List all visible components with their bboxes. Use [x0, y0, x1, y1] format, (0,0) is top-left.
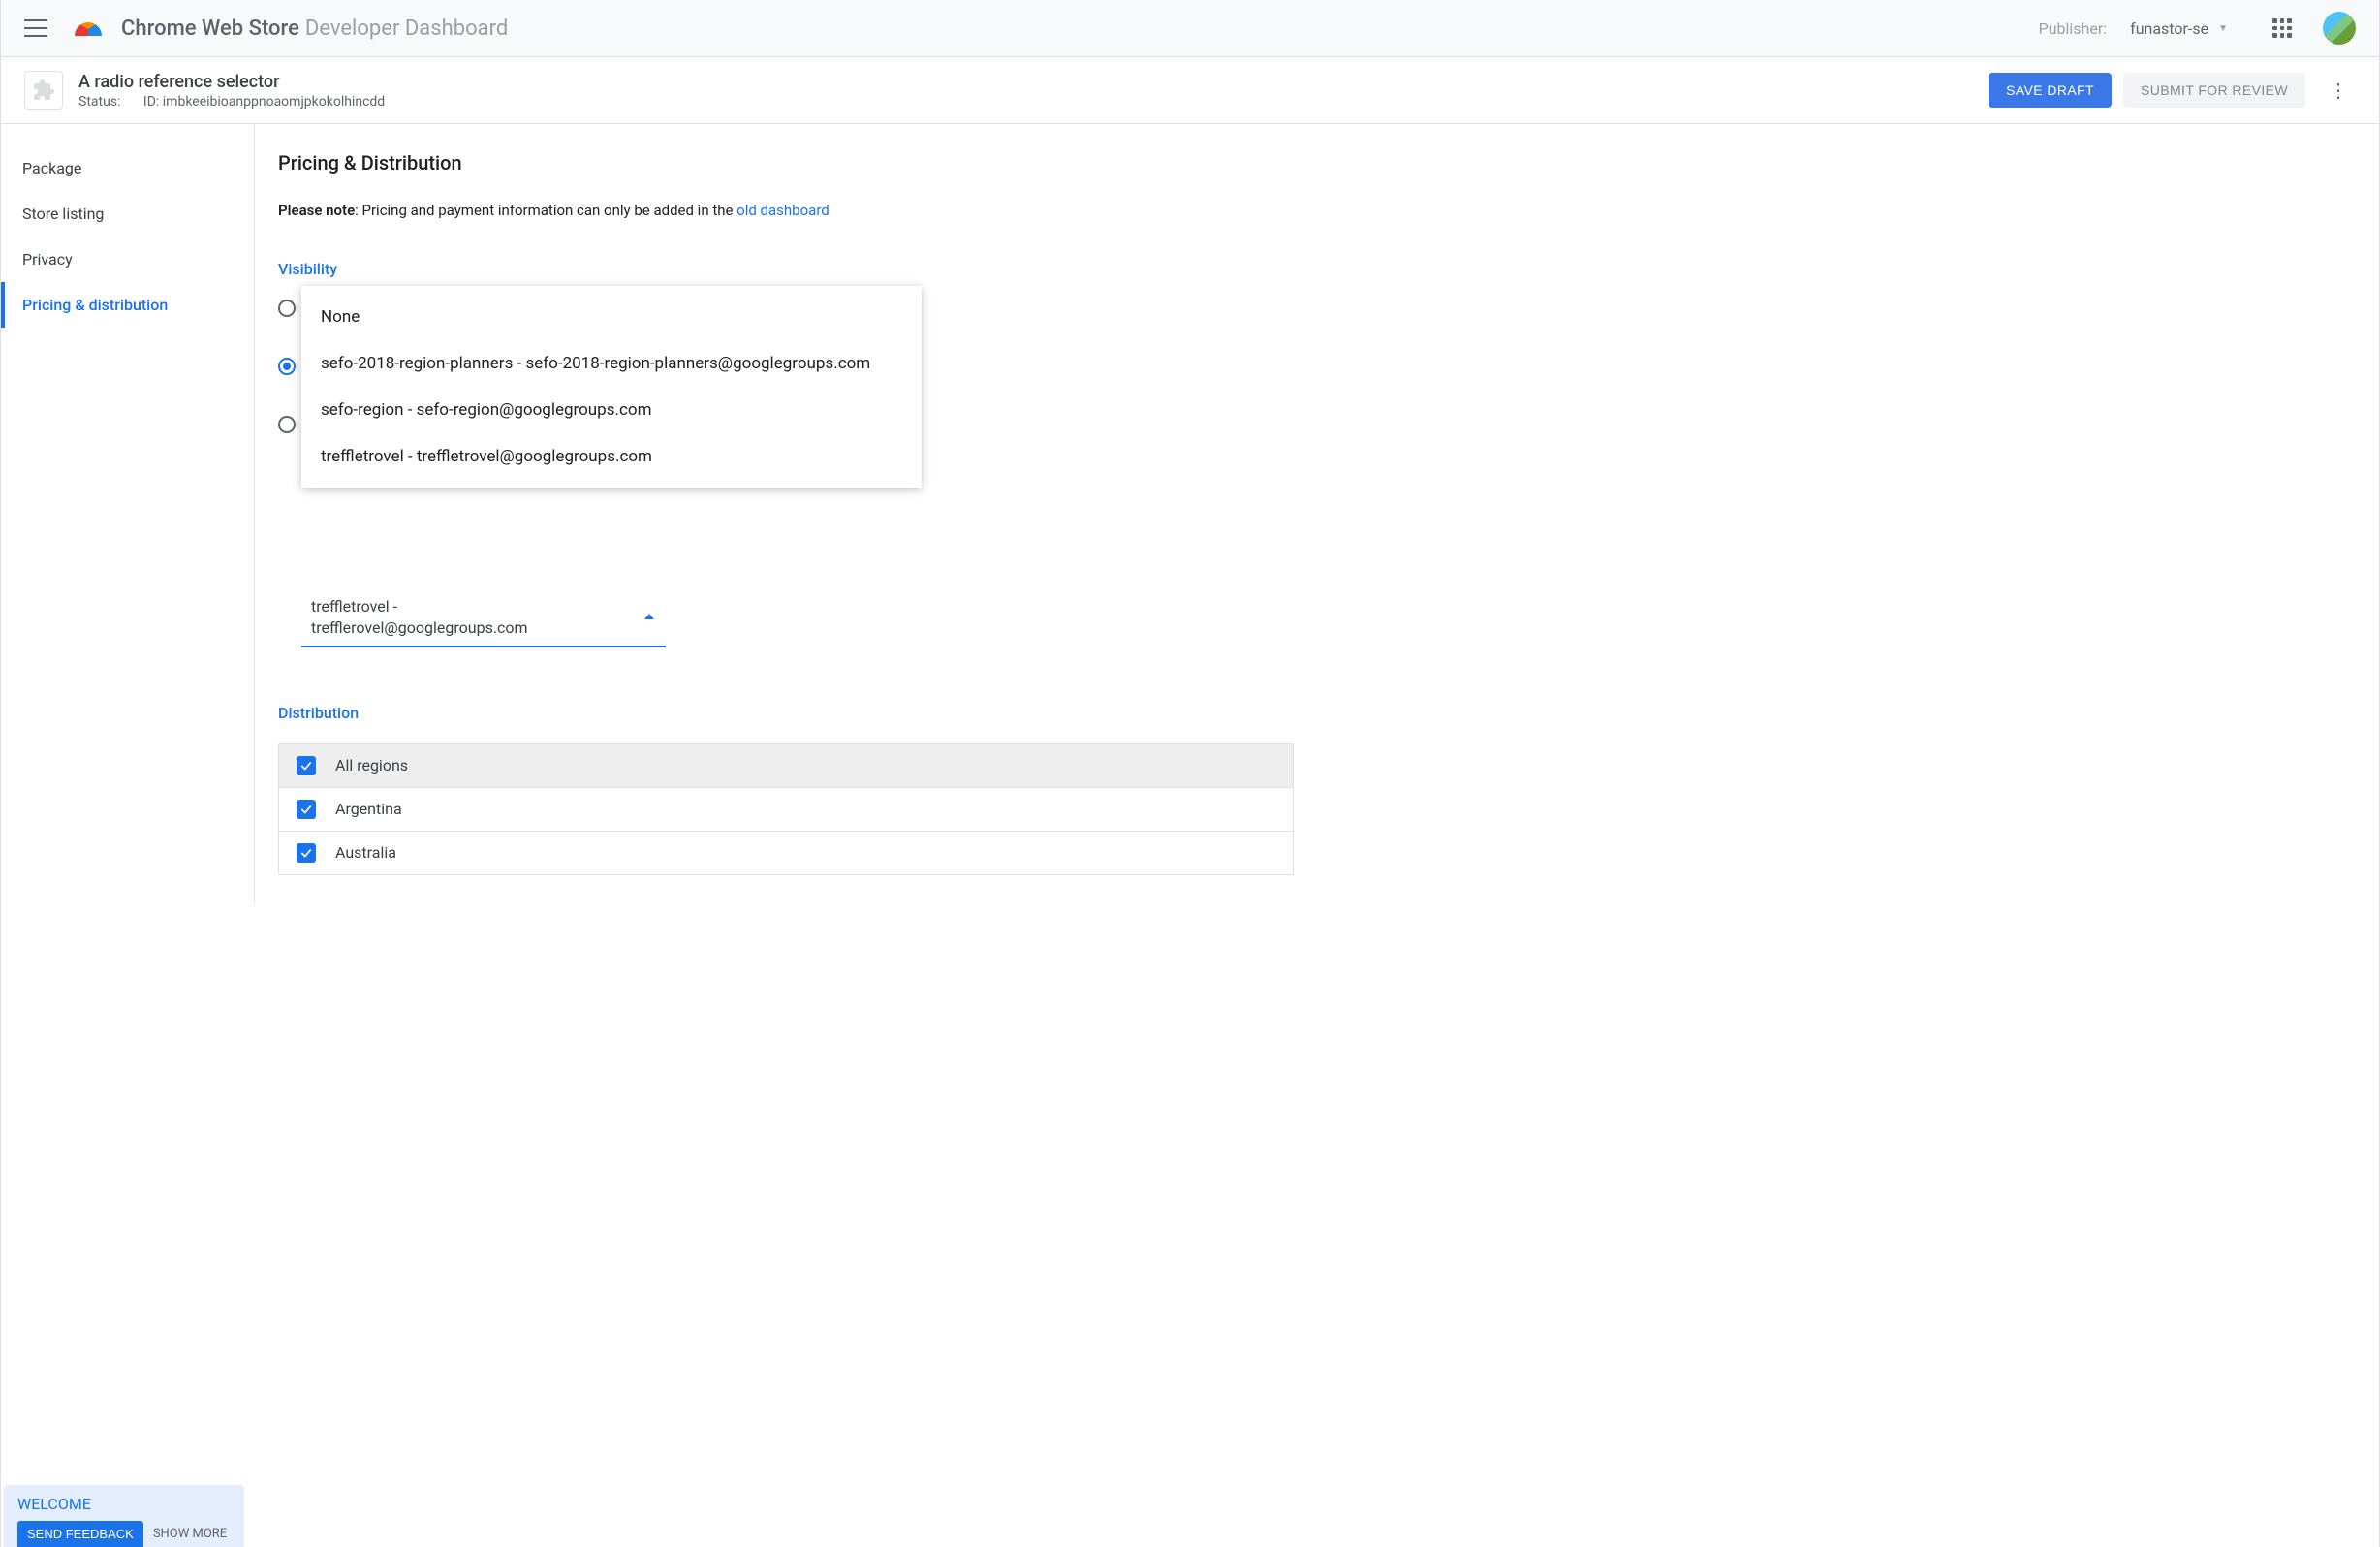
sidebar-nav: Package Store listing Privacy Pricing & … [1, 124, 255, 902]
extension-puzzle-icon [24, 71, 63, 110]
app-title-strong: Chrome Web Store [121, 16, 299, 41]
region-label: All regions [335, 756, 408, 774]
region-label: Australia [335, 843, 396, 862]
user-avatar[interactable] [2323, 12, 2356, 45]
visibility-radio-3[interactable] [278, 416, 296, 433]
visibility-radio-1[interactable] [278, 300, 296, 317]
publisher-selector[interactable]: funastor-se ▼ [2130, 19, 2228, 38]
checkbox-australia[interactable] [297, 843, 316, 863]
sidebar-item-store-listing[interactable]: Store listing [1, 191, 254, 237]
app-header: Chrome Web Store Developer Dashboard Pub… [1, 0, 2379, 57]
group-dropdown-menu: None sefo-2018-region-planners - sefo-20… [301, 286, 922, 488]
main-content: Pricing & Distribution Please note: Pric… [255, 124, 2379, 902]
checkbox-argentina[interactable] [297, 800, 316, 819]
send-feedback-button[interactable]: SEND FEEDBACK [17, 1521, 143, 1547]
checkbox-all-regions[interactable] [297, 756, 316, 775]
sidebar-item-package[interactable]: Package [1, 145, 254, 191]
visibility-radio-2[interactable] [278, 358, 296, 375]
old-dashboard-link[interactable]: old dashboard [736, 202, 830, 219]
region-label: Argentina [335, 800, 402, 818]
hamburger-menu-icon[interactable] [24, 19, 47, 37]
chrome-web-store-logo [75, 15, 102, 42]
group-select-value-line2: trefflerovel@googlegroups.com [311, 618, 528, 637]
publisher-value: funastor-se [2130, 19, 2208, 38]
extension-id: imbkeeibioanppnoaomjpkokolhincdd [163, 94, 385, 110]
group-option-none[interactable]: None [301, 294, 922, 340]
status-label: Status: [78, 94, 120, 110]
id-label: ID: [143, 94, 159, 110]
group-select-value-line1: treffletrovel - [311, 597, 397, 616]
submit-review-button[interactable]: SUBMIT FOR REVIEW [2123, 73, 2305, 108]
save-draft-button[interactable]: SAVE DRAFT [1989, 73, 2112, 108]
note-emphasis: Please note [278, 202, 355, 219]
distribution-table: All regions Argentina Australia [278, 743, 1294, 875]
caret-up-icon [644, 614, 654, 619]
distribution-section-label: Distribution [278, 704, 1294, 722]
distribution-row-all: All regions [279, 744, 1293, 788]
distribution-row-australia: Australia [279, 832, 1293, 874]
welcome-toast: WELCOME SEND FEEDBACK SHOW MORE [4, 1485, 244, 1547]
group-option-treffletrovel[interactable]: treffletrovel - treffletrovel@googlegrou… [301, 433, 922, 480]
note-text: : Pricing and payment information can on… [355, 202, 736, 219]
welcome-title: WELCOME [17, 1495, 231, 1513]
page-title: Pricing & Distribution [278, 151, 2379, 174]
app-title-light: Developer Dashboard [305, 16, 508, 41]
sidebar-item-privacy[interactable]: Privacy [1, 237, 254, 282]
more-options-icon[interactable]: ⋮ [2321, 75, 2356, 106]
show-more-link[interactable]: SHOW MORE [153, 1527, 227, 1541]
sidebar-item-pricing-distribution[interactable]: Pricing & distribution [1, 282, 254, 328]
item-header-bar: A radio reference selector Status: ID: i… [1, 57, 2379, 124]
publisher-label: Publisher: [2039, 19, 2108, 38]
group-select-field[interactable]: treffletrovel - trefflerovel@googlegroup… [301, 588, 666, 647]
google-apps-icon[interactable] [2272, 18, 2292, 38]
group-option-sefo-region[interactable]: sefo-region - sefo-region@googlegroups.c… [301, 387, 922, 433]
pricing-note: Please note: Pricing and payment informa… [278, 202, 2379, 219]
group-option-sefo-2018[interactable]: sefo-2018-region-planners - sefo-2018-re… [301, 340, 922, 387]
distribution-row-argentina: Argentina [279, 788, 1293, 832]
caret-down-icon: ▼ [2218, 23, 2228, 34]
extension-name: A radio reference selector [78, 72, 1989, 92]
visibility-section-label: Visibility [278, 260, 2379, 278]
visibility-radio-group: None sefo-2018-region-planners - sefo-20… [278, 300, 2379, 647]
